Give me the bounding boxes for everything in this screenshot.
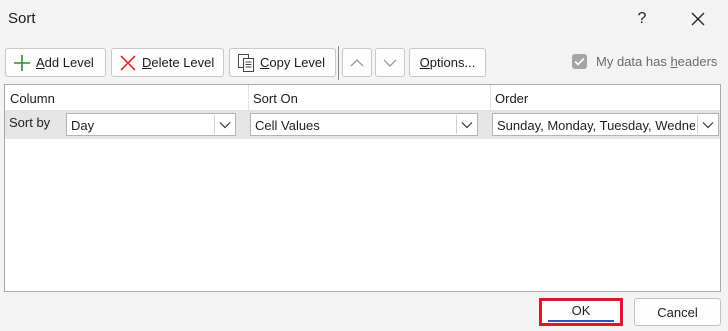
chevron-down-icon[interactable] <box>697 115 717 134</box>
column-header: Column <box>10 91 55 106</box>
headers-checkbox-label: My data has headers <box>596 54 718 69</box>
order-header: Order <box>495 91 529 106</box>
copy-level-button[interactable]: Copy Level <box>229 48 336 77</box>
sort-on-dropdown[interactable]: Cell Values <box>250 113 478 136</box>
sort-on-header: Sort On <box>253 91 298 106</box>
ok-label: OK <box>547 303 615 322</box>
plus-icon <box>12 53 32 73</box>
title-bar: Sort ? <box>0 0 728 38</box>
close-icon <box>691 12 705 26</box>
chevron-up-icon <box>350 58 364 66</box>
column-dropdown[interactable]: Day <box>66 113 236 136</box>
order-dropdown-value: Sunday, Monday, Tuesday, Wednesday <box>497 118 695 133</box>
ok-button[interactable]: OK <box>539 298 623 326</box>
help-button[interactable]: ? <box>620 0 664 38</box>
dialog-title: Sort <box>8 10 36 27</box>
chevron-down-icon[interactable] <box>456 115 476 134</box>
add-level-label: Add Level <box>36 55 94 70</box>
sort-level-row[interactable]: Sort by Day Cell Values Sunday, Monday, … <box>5 111 720 139</box>
sort-on-dropdown-value: Cell Values <box>255 118 320 133</box>
my-data-has-headers-checkbox[interactable]: My data has headers <box>572 54 717 69</box>
copy-icon <box>236 53 256 73</box>
column-dropdown-value: Day <box>71 118 95 133</box>
move-down-button[interactable] <box>375 48 405 77</box>
chevron-down-icon[interactable] <box>214 115 234 134</box>
add-level-button[interactable]: Add Level <box>5 48 106 77</box>
checkbox-box[interactable] <box>572 54 587 69</box>
order-dropdown[interactable]: Sunday, Monday, Tuesday, Wednesday <box>492 113 719 136</box>
delete-level-label: Delete Level <box>142 55 215 70</box>
options-button[interactable]: Options... <box>409 48 486 77</box>
delete-x-icon <box>118 53 138 73</box>
toolbar-separator <box>338 46 339 80</box>
column-divider <box>490 85 491 111</box>
grid-header: Column Sort On Order <box>5 85 720 111</box>
close-button[interactable] <box>676 0 720 38</box>
copy-level-label: Copy Level <box>260 55 326 70</box>
column-divider <box>248 85 249 111</box>
delete-level-button[interactable]: Delete Level <box>111 48 224 77</box>
options-label: Options... <box>419 55 476 70</box>
chevron-down-icon <box>383 59 397 67</box>
sort-levels-grid: Column Sort On Order Sort by Day Cell Va… <box>4 84 721 292</box>
cancel-button[interactable]: Cancel <box>634 298 721 326</box>
sort-by-label: Sort by <box>9 115 51 130</box>
move-up-button[interactable] <box>342 48 372 77</box>
checkmark-icon <box>574 57 585 66</box>
